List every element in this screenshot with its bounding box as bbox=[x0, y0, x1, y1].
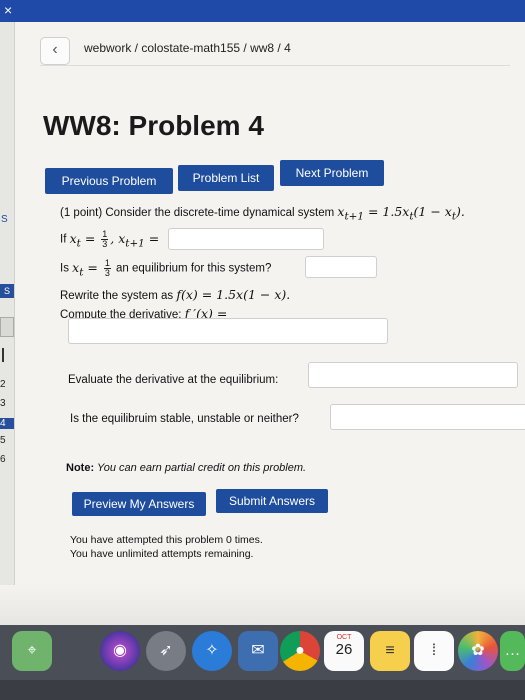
mail-icon[interactable]: ✉ bbox=[238, 631, 278, 671]
sidebar-item-problem-6[interactable]: 6 bbox=[0, 454, 6, 465]
attempts-info: You have attempted this problem 0 times.… bbox=[70, 534, 263, 560]
sidebar-item-s-active[interactable]: S bbox=[0, 284, 14, 298]
submit-answers-button[interactable]: Submit Answers bbox=[216, 489, 328, 513]
photos-icon[interactable]: ✿ bbox=[458, 631, 498, 671]
answer-equilibrium-input[interactable] bbox=[305, 256, 377, 278]
window-title-bar: × bbox=[0, 0, 525, 22]
sidebar-box bbox=[0, 317, 14, 337]
question-next-value: If xt = 13, xt+1 = bbox=[60, 229, 160, 250]
question-equilibrium: Is xt = 13 an equilibrium for this syste… bbox=[60, 258, 272, 279]
chrome-icon[interactable]: ● bbox=[280, 631, 320, 671]
sidebar-item-problem-2[interactable]: 2 bbox=[0, 379, 6, 390]
rewrite-statement: Rewrite the system as f(x) = 1.5x(1 − x)… bbox=[60, 287, 291, 302]
safari-icon[interactable]: ✧ bbox=[192, 631, 232, 671]
maps-icon[interactable]: ⌖ bbox=[12, 631, 52, 671]
page-title: WW8: Problem 4 bbox=[43, 110, 264, 141]
calendar-icon[interactable]: OCT 26 bbox=[324, 631, 364, 671]
sidebar-item-problem-5[interactable]: 5 bbox=[0, 435, 6, 446]
back-button[interactable]: ‹ bbox=[40, 37, 70, 65]
next-problem-button[interactable]: Next Problem bbox=[280, 160, 384, 186]
answer-next-value-input[interactable] bbox=[168, 228, 324, 250]
problem-list-button[interactable]: Problem List bbox=[178, 165, 274, 191]
breadcrumb-path[interactable]: webwork / colostate-math155 / ww8 / 4 bbox=[84, 41, 291, 55]
page-bottom bbox=[0, 585, 525, 625]
preview-answers-button[interactable]: Preview My Answers bbox=[72, 492, 206, 516]
browser-window: × S S 2 3 4 5 6 ‹ webwork / colostate-ma… bbox=[0, 0, 525, 625]
sidebar-item-s[interactable]: S bbox=[1, 214, 8, 225]
launchpad-icon[interactable]: ➶ bbox=[146, 631, 186, 671]
question-stability: Is the equilibruim stable, unstable or n… bbox=[70, 413, 299, 425]
siri-icon[interactable]: ◉ bbox=[100, 631, 140, 671]
answer-derivative-input[interactable] bbox=[68, 318, 388, 344]
fraction: 13 bbox=[103, 258, 111, 278]
previous-problem-button[interactable]: Previous Problem bbox=[45, 168, 173, 194]
reminders-icon[interactable]: ⁞ bbox=[414, 631, 454, 671]
fraction: 13 bbox=[101, 229, 109, 249]
problem-statement: (1 point) Consider the discrete-time dyn… bbox=[60, 204, 465, 223]
partial-credit-note: Note: You can earn partial credit on thi… bbox=[66, 462, 307, 474]
problem-nav-sidebar: S S 2 3 4 5 6 bbox=[0, 22, 15, 625]
sidebar-item-problem-3[interactable]: 3 bbox=[0, 398, 6, 409]
answer-stability-input[interactable] bbox=[330, 404, 525, 430]
messages-icon[interactable]: … bbox=[500, 631, 525, 671]
macos-dock: ⌖ ◉ ➶ ✧ ✉ ● OCT 26 ≡ ⁞ ✿ … bbox=[0, 625, 525, 700]
question-evaluate-derivative: Evaluate the derivative at the equilibri… bbox=[68, 374, 279, 386]
sidebar-divider bbox=[2, 348, 4, 362]
chevron-left-icon: ‹ bbox=[52, 41, 58, 58]
breadcrumb: ‹ webwork / colostate-math155 / ww8 / 4 bbox=[40, 35, 510, 66]
notes-icon[interactable]: ≡ bbox=[370, 631, 410, 671]
sidebar-item-problem-4[interactable]: 4 bbox=[0, 418, 14, 429]
answer-evaluate-input[interactable] bbox=[308, 362, 518, 388]
close-icon[interactable]: × bbox=[4, 0, 12, 20]
